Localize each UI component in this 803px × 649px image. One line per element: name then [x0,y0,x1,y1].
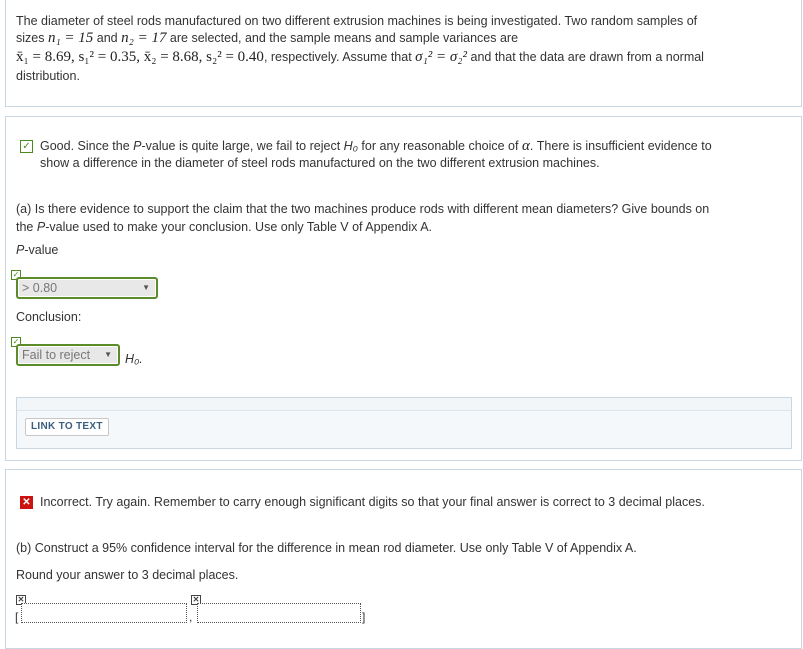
part-a-panel: ✓ Good. Since the P-value is quite large… [5,116,802,461]
question-fragment: (a) Is there evidence to support the cla… [16,202,710,216]
conclusion-label: Conclusion: [16,310,82,324]
p-symbol: P [36,220,46,234]
check-icon: ✓ [20,140,33,153]
feedback-fragment: for any reasonable choice of [357,139,522,153]
comma: , [189,610,193,624]
pvalue-selected-value: > 0.80 [22,281,58,295]
problem-statement: The diameter of steel rods manufactured … [5,0,802,107]
feedback-fragment: Good. Since the [40,139,134,153]
h0-suffix: H₀. [125,352,143,366]
part-b-question: (b) Construct a 95% confidence interval … [16,541,637,555]
intro-line-2: sizes n₁ = 15 and n₂ = 17 are selected, … [16,29,789,47]
triangle-down-icon: ▼ [142,283,150,292]
bracket-open: [ [15,610,19,624]
h0-symbol: H₀ [343,139,358,153]
feedback-text: Incorrect. Try again. Remember to carry … [40,495,705,509]
part-a-feedback: ✓ Good. Since the P-value is quite large… [20,138,789,172]
conclusion-select[interactable]: Fail to reject ▼ [16,344,120,366]
question-fragment: -value used to make your conclusion. Use… [45,220,433,234]
question-fragment: the [16,220,37,234]
link-to-text-area: LINK TO TEXT [16,397,792,449]
intro-text: sizes [16,31,48,45]
round-instruction: Round your answer to 3 decimal places. [16,568,239,582]
part-b-panel: ✕ Incorrect. Try again. Remember to carr… [5,469,802,649]
bracket-close: ] [362,610,366,624]
intro-line-4: distribution. [16,69,80,83]
link-area-band [17,398,791,411]
link-to-text-button[interactable]: LINK TO TEXT [25,418,109,436]
label-fragment: -value [24,243,59,257]
intro-text: are selected, and the sample means and s… [166,31,519,45]
triangle-down-icon: ▼ [104,350,112,359]
pvalue-label: P-value [16,241,789,259]
ci-lower-input[interactable] [21,603,187,623]
n2-math: n₂ = 17 [121,30,167,46]
feedback-fragment: -value is quite large, we fail to reject [141,139,344,153]
intro-line-3: x̄₁ = 8.69, s₁² = 0.35, x̄₂ = 8.68, s₂² … [16,48,789,66]
conclusion-selected-value: Fail to reject [22,348,91,362]
n1-math: n₁ = 15 [47,30,94,46]
alpha-symbol: α [521,138,530,154]
x-icon: ✕ [20,496,33,509]
intro-text: , respectively. Assume that [263,50,416,64]
part-b-feedback: ✕ Incorrect. Try again. Remember to carr… [20,494,789,511]
stats-math: x̄₁ = 8.69, s₁² = 0.35, x̄₂ = 8.68, s₂² … [16,49,264,65]
part-a-question: (a) Is there evidence to support the cla… [16,200,789,236]
ci-upper-input[interactable] [197,603,361,623]
equal-variance-math: σ₁² = σ₂² [415,49,468,65]
pvalue-select[interactable]: > 0.80 ▼ [16,277,158,299]
intro-text: and [93,31,122,45]
intro-line-1: The diameter of steel rods manufactured … [16,14,698,28]
feedback-text: Good. Since the P-value is quite large, … [40,138,789,172]
intro-text: and that the data are drawn from a norma… [467,50,704,64]
feedback-fragment: . There is insufficient evidence to [529,139,712,153]
feedback-fragment: show a difference in the diameter of ste… [40,156,600,170]
